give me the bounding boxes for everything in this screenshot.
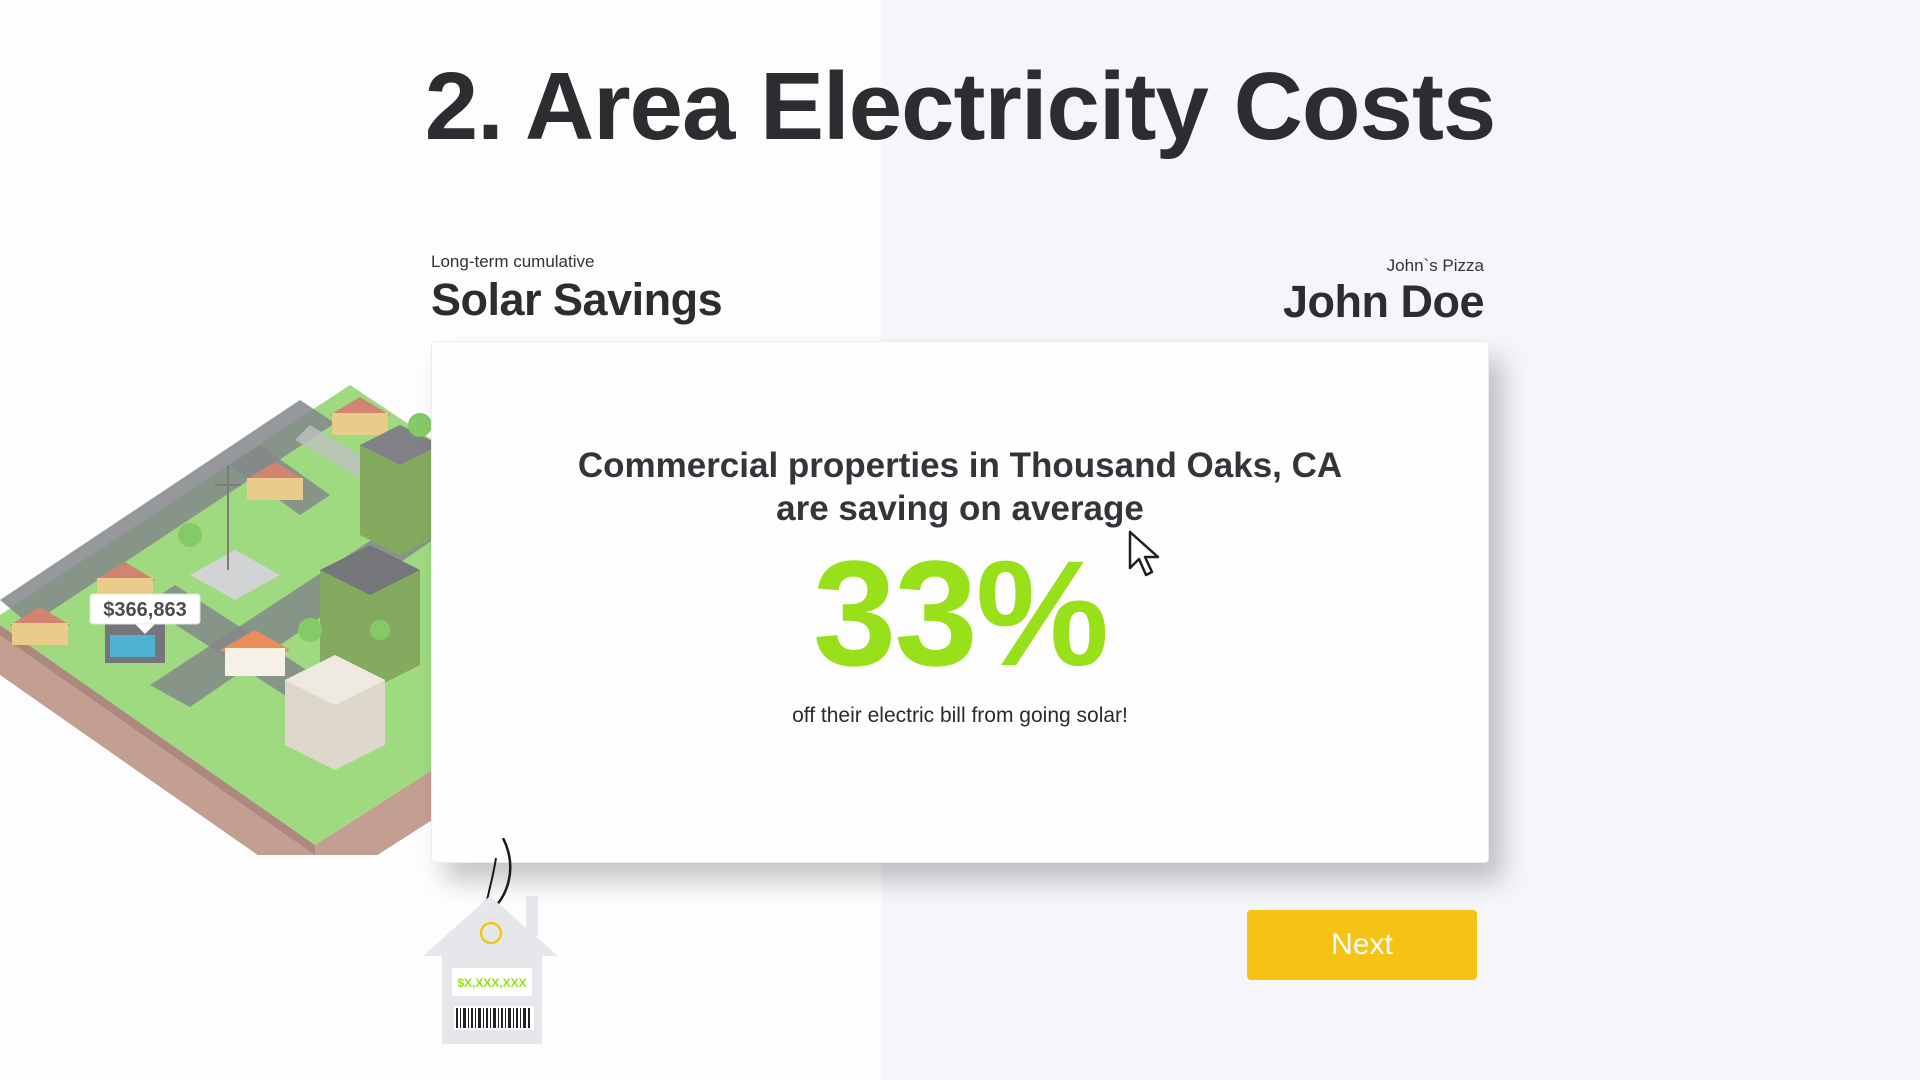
customer-header: John`s Pizza John Doe [1282, 256, 1485, 328]
savings-heading: Solar Savings [431, 274, 723, 325]
next-button[interactable]: Next [1247, 910, 1477, 980]
savings-header: Long-term cumulative Solar Savings [431, 252, 723, 326]
customer-company: John`s Pizza [1386, 256, 1484, 275]
savings-statement: Commercial properties in Thousand Oaks, … [432, 444, 1488, 530]
savings-percent: 33% [812, 529, 1109, 697]
savings-caption: Long-term cumulative [431, 252, 595, 271]
savings-statement-line1: Commercial properties in Thousand Oaks, … [577, 446, 1343, 485]
savings-card: Commercial properties in Thousand Oaks, … [431, 341, 1489, 863]
barcode-icon [454, 1006, 534, 1030]
page-title: 2. Area Electricity Costs [424, 53, 1497, 160]
tag-price-text: $X,XXX,XXX [457, 976, 526, 990]
customer-name: John Doe [1282, 276, 1485, 327]
neighborhood-illustration: $366,863 [0, 385, 440, 855]
savings-subtext: off their electric bill from going solar… [792, 704, 1128, 727]
mouse-cursor-icon [1128, 530, 1160, 577]
savings-statement-line2: are saving on average [776, 489, 1144, 528]
house-price-tag-icon: $X,XXX,XXX [423, 838, 558, 1044]
